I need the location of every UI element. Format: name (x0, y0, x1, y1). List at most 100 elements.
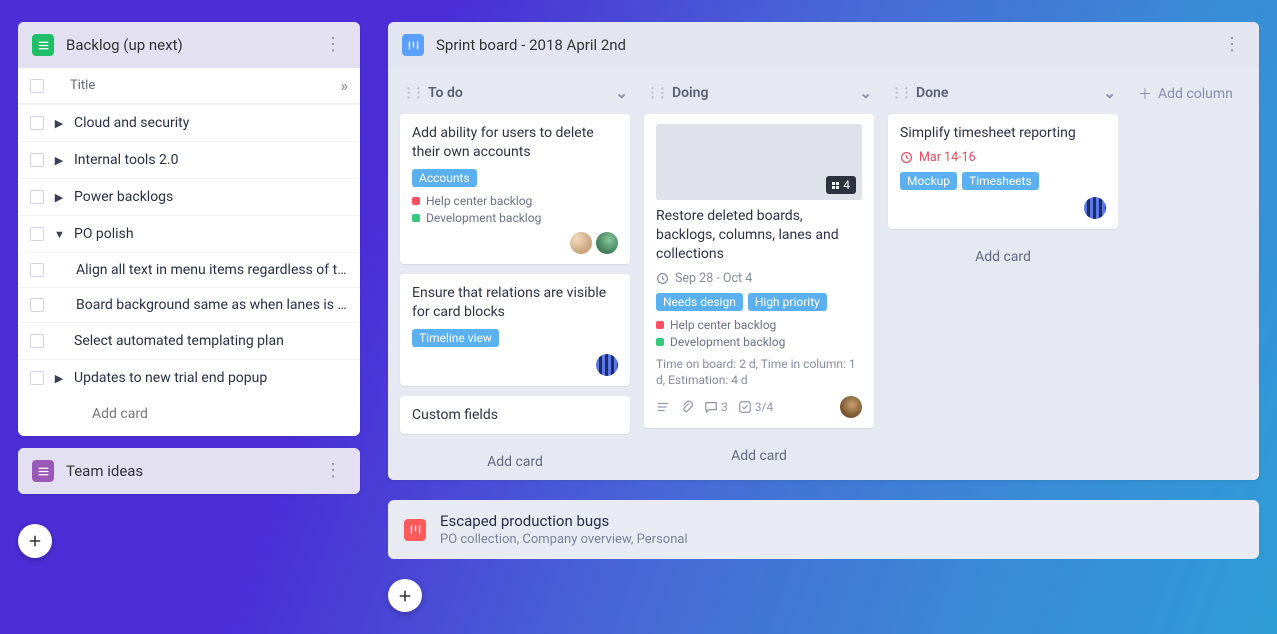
tag: Mockup (900, 172, 957, 190)
card-avatars (900, 197, 1106, 219)
card-meta: 3 3/4 (656, 396, 862, 418)
lane-title: To do (428, 85, 463, 101)
card-tags: Needs design High priority (656, 293, 862, 311)
caret-icon[interactable]: ▶ (54, 154, 64, 167)
tag: Needs design (656, 293, 743, 311)
row-checkbox[interactable] (30, 153, 44, 167)
table-row[interactable]: ▶ Cloud and security (18, 104, 360, 141)
drag-handle-icon[interactable]: ⋮⋮ (890, 86, 910, 101)
expand-columns-icon[interactable]: » (341, 76, 349, 95)
card[interactable]: Ensure that relations are visible for ca… (400, 274, 630, 386)
title-column: Title (70, 78, 341, 93)
table-row[interactable]: ▼ PO polish (18, 215, 360, 252)
card-links: Help center backlog Development backlog (412, 194, 618, 225)
link-label: Development backlog (426, 211, 541, 225)
list-icon (32, 460, 54, 482)
sprint-board-menu[interactable]: ⋮ (1219, 36, 1245, 54)
card-title: Add ability for users to delete their ow… (412, 124, 618, 162)
checklist-icon (738, 400, 752, 414)
row-label: Internal tools 2.0 (74, 152, 178, 168)
table-row[interactable]: Align all text in menu items regardless … (18, 252, 360, 287)
backlog-menu[interactable]: ⋮ (320, 36, 346, 54)
card[interactable]: Add ability for users to delete their ow… (400, 114, 630, 264)
backlog-header: Backlog (up next) ⋮ (18, 22, 360, 68)
team-ideas-title: Team ideas (66, 462, 308, 480)
row-checkbox[interactable] (30, 334, 44, 348)
lane: ⋮⋮ Doing ⌄4Restore deleted boards, backl… (644, 78, 874, 474)
backlog-add-card[interactable]: Add card (18, 396, 360, 436)
table-row[interactable]: ▶ Updates to new trial end popup (18, 359, 360, 396)
backlog-column-header: Title » (18, 68, 360, 104)
lane-add-card[interactable]: Add card (644, 438, 874, 474)
card-date: Sep 28 - Oct 4 (656, 271, 862, 286)
caret-icon[interactable]: ▶ (54, 372, 64, 385)
chevron-down-icon[interactable]: ⌄ (615, 84, 628, 102)
board-icon (404, 519, 426, 541)
link-label: Help center backlog (426, 194, 532, 208)
card-links: Help center backlogDevelopment backlog (656, 318, 862, 349)
list-icon (32, 34, 54, 56)
tag: Accounts (412, 169, 477, 187)
card[interactable]: Simplify timesheet reportingMar 14-16Moc… (888, 114, 1118, 229)
row-label: Updates to new trial end popup (74, 370, 267, 386)
link-dot-icon (412, 197, 420, 205)
link-dot-icon (412, 214, 420, 222)
table-row[interactable]: Board background same as when lanes is e… (18, 287, 360, 322)
select-all-checkbox[interactable] (30, 79, 44, 93)
team-ideas-panel[interactable]: Team ideas ⋮ (18, 448, 360, 494)
caret-icon[interactable]: ▼ (54, 228, 64, 241)
avatar (570, 232, 592, 254)
row-checkbox[interactable] (30, 263, 44, 277)
avatar (1084, 197, 1106, 219)
card-title: Ensure that relations are visible for ca… (412, 284, 618, 322)
row-label: Cloud and security (74, 115, 189, 131)
lane-add-card[interactable]: Add card (888, 239, 1118, 275)
escaped-bugs-title: Escaped production bugs (440, 512, 688, 530)
table-row[interactable]: Select automated templating plan (18, 322, 360, 359)
table-row[interactable]: ▶ Internal tools 2.0 (18, 141, 360, 178)
row-checkbox[interactable] (30, 371, 44, 385)
comments-icon (704, 400, 718, 414)
add-column-button[interactable]: ＋Add column (1138, 78, 1233, 104)
lane: ⋮⋮ Done ⌄ Simplify timesheet reportingMar… (888, 78, 1118, 275)
row-label: Power backlogs (74, 189, 173, 205)
row-checkbox[interactable] (30, 116, 44, 130)
sprint-board-panel: Sprint board - 2018 April 2nd ⋮ ⋮⋮ To do… (388, 22, 1259, 480)
row-checkbox[interactable] (30, 227, 44, 241)
caret-icon[interactable]: ▶ (54, 117, 64, 130)
drag-handle-icon[interactable]: ⋮⋮ (646, 86, 666, 101)
lane-add-card[interactable]: Add card (400, 444, 630, 480)
chevron-down-icon[interactable]: ⌄ (1103, 84, 1116, 102)
row-checkbox[interactable] (30, 298, 44, 312)
escaped-bugs-panel[interactable]: Escaped production bugs PO collection, C… (388, 500, 1259, 559)
link-label: Help center backlog (670, 318, 776, 332)
attachment-icon (680, 400, 694, 414)
card-time: Time on board: 2 d, Time in column: 1 d,… (656, 356, 862, 390)
table-row[interactable]: ▶ Power backlogs (18, 178, 360, 215)
attachment-badge: 4 (826, 176, 856, 194)
backlog-title: Backlog (up next) (66, 36, 308, 54)
sprint-board-header: Sprint board - 2018 April 2nd ⋮ (388, 22, 1259, 68)
lane: ⋮⋮ To do ⌄ Add ability for users to delet… (400, 78, 630, 480)
tag: Timesheets (962, 172, 1039, 190)
card[interactable]: 4 Restore deleted boards, backlogs, colum… (644, 114, 874, 428)
card-title: Simplify timesheet reporting (900, 124, 1106, 143)
add-panel-button[interactable] (18, 524, 52, 558)
drag-handle-icon[interactable]: ⋮⋮ (402, 86, 422, 101)
chevron-down-icon[interactable]: ⌄ (859, 84, 872, 102)
team-ideas-menu[interactable]: ⋮ (320, 462, 346, 480)
card-tags: Mockup Timesheets (900, 172, 1106, 190)
plus-icon: ＋ (1138, 84, 1152, 104)
board-icon (402, 34, 424, 56)
caret-icon[interactable]: ▶ (54, 191, 64, 204)
row-checkbox[interactable] (30, 190, 44, 204)
card-title: Restore deleted boards, backlogs, column… (656, 207, 862, 264)
lane-title: Done (916, 85, 948, 101)
add-board-button[interactable] (388, 579, 422, 612)
tag: High priority (748, 293, 827, 311)
card[interactable]: Custom fields (400, 396, 630, 435)
card-avatars (412, 232, 618, 254)
escaped-bugs-sub: PO collection, Company overview, Persona… (440, 532, 688, 547)
avatar (596, 232, 618, 254)
avatar (596, 354, 618, 376)
